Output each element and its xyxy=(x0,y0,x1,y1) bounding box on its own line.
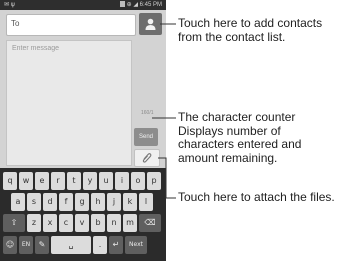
counter-callout-text: The character counter Displays number of… xyxy=(178,110,302,165)
attach-callout-text: Touch here to attach the files. xyxy=(178,190,335,204)
contacts-callout-text: Touch here to add contacts from the cont… xyxy=(178,16,323,44)
attach-callout-line xyxy=(158,157,176,199)
